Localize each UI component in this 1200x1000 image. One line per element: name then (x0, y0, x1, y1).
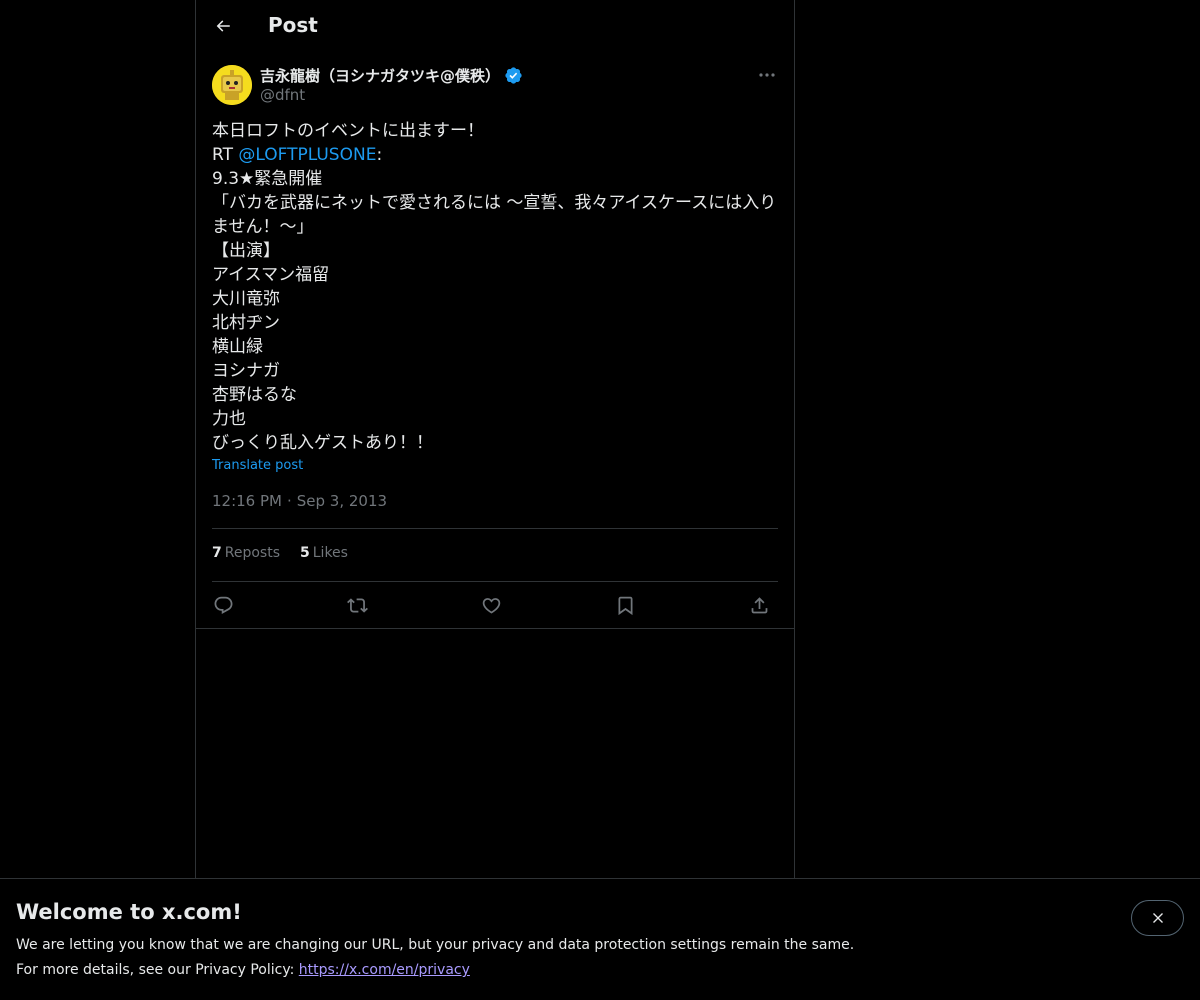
reply-icon (214, 596, 232, 614)
more-options-button[interactable] (756, 66, 778, 84)
post-text-line: 北村ヂン (212, 313, 280, 333)
share-button[interactable] (746, 592, 772, 618)
divider (212, 528, 778, 529)
more-icon (759, 73, 775, 77)
separator: · (286, 492, 292, 510)
avatar-image (212, 65, 252, 105)
share-icon (751, 596, 767, 613)
author-handle[interactable]: @dfnt (260, 86, 305, 104)
post-text: 本日ロフトのイベントに出ますー！ RT @LOFTPLUSONE: 9.3★緊急… (212, 119, 778, 455)
translate-post-link[interactable]: Translate post (212, 458, 303, 473)
welcome-banner: Welcome to x.com! We are letting you kno… (0, 878, 1200, 1000)
display-name[interactable]: 吉永龍樹（ヨシナガタツキ@僕秩） (260, 65, 500, 86)
like-button[interactable] (478, 592, 504, 618)
post-date: Sep 3, 2013 (296, 492, 388, 510)
reposts-count: 7 (212, 545, 222, 561)
likes-stat[interactable]: 5 Likes (300, 545, 348, 561)
post-time: 12:16 PM (212, 492, 282, 510)
banner-text-prefix: For more details, see our Privacy Policy… (16, 962, 299, 978)
post-text-line: びっくり乱入ゲストあり！！ (212, 433, 433, 453)
post-text-line: RT @LOFTPLUSONE: (212, 143, 778, 167)
rt-prefix: RT (212, 145, 239, 165)
post-text-line: 【出演】 (212, 241, 280, 261)
reply-button[interactable] (210, 592, 236, 618)
likes-count: 5 (300, 545, 310, 561)
post-stats: 7 Reposts 5 Likes (212, 545, 348, 561)
post-text-line: 本日ロフトのイベントに出ますー！ (212, 121, 484, 141)
bookmark-button[interactable] (612, 592, 638, 618)
close-icon (1152, 913, 1163, 923)
banner-title: Welcome to x.com! (16, 900, 242, 924)
post-author: 吉永龍樹（ヨシナガタツキ@僕秩） @dfnt (212, 64, 778, 106)
primary-column: Post 吉永龍樹（ヨシナガタツキ@僕秩） @dfnt 本日ロフトのイベントに出… (195, 0, 795, 880)
divider (212, 581, 778, 582)
back-button[interactable] (206, 9, 240, 43)
post-text-line: 「バカを武器にネットで愛されるには ～宣誓、我々アイスケースには入りません！～」 (212, 193, 777, 237)
reposts-label: Reposts (224, 545, 280, 561)
post-text-line: 横山緑 (212, 337, 263, 357)
page-title: Post (268, 13, 318, 37)
post-text-line: アイスマン福留 (212, 265, 330, 285)
rt-suffix: : (376, 145, 383, 165)
reposts-stat[interactable]: 7 Reposts (212, 545, 280, 561)
avatar[interactable] (212, 65, 252, 105)
likes-label: Likes (312, 545, 348, 561)
post-timestamp[interactable]: 12:16 PM · Sep 3, 2013 (212, 492, 387, 510)
banner-text: We are letting you know that we are chan… (16, 937, 855, 953)
post-text-line: ヨシナガ (212, 361, 280, 381)
like-icon (482, 597, 500, 614)
post-text-line: 9.3★緊急開催 (212, 169, 323, 189)
divider (196, 628, 794, 629)
privacy-policy-link[interactable]: https://x.com/en/privacy (299, 962, 470, 978)
post-header: Post (196, 0, 794, 54)
post-text-line: 杏野はるな (212, 385, 297, 405)
repost-button[interactable] (344, 592, 370, 618)
mention-link[interactable]: @LOFTPLUSONE (238, 145, 376, 165)
post-text-line: 力也 (212, 409, 246, 429)
repost-icon (346, 597, 368, 613)
post-text-line: 大川竜弥 (212, 289, 280, 309)
close-banner-button[interactable] (1131, 900, 1184, 936)
display-name-row: 吉永龍樹（ヨシナガタツキ@僕秩） (260, 65, 523, 86)
post-actions (212, 592, 778, 618)
bookmark-icon (618, 596, 632, 615)
back-arrow-icon (216, 20, 230, 32)
verified-badge-icon[interactable] (504, 66, 523, 85)
banner-text: For more details, see our Privacy Policy… (16, 962, 470, 978)
